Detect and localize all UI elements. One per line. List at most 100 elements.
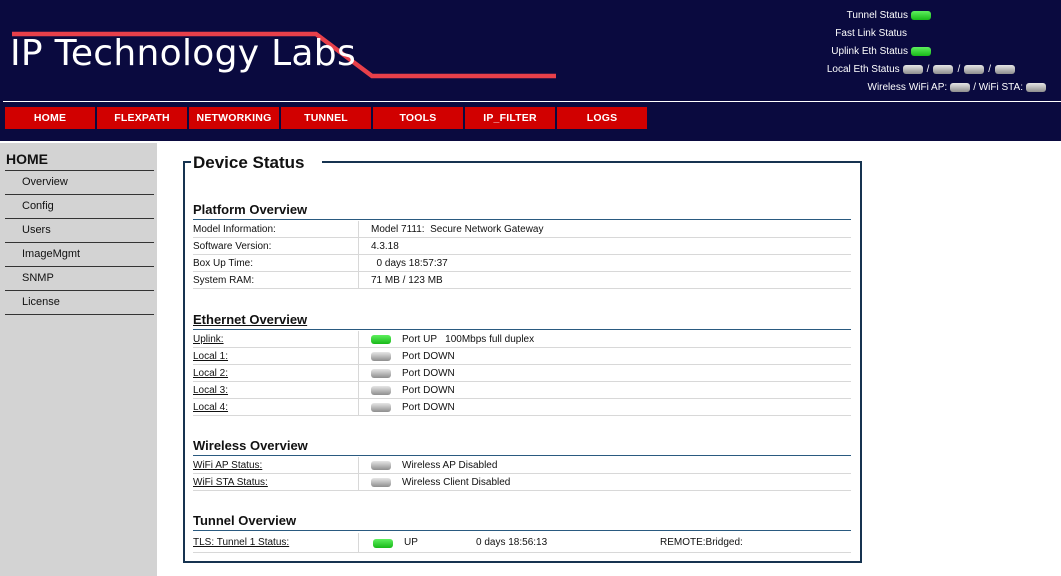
- table-row: WiFi STA Status: Wireless Client Disable…: [193, 474, 851, 491]
- nav-ip-filter[interactable]: IP_FILTER: [465, 107, 555, 129]
- tunnel-status-indicator: Tunnel Status: [847, 10, 931, 21]
- sidebar-item-label: SNMP: [22, 272, 54, 284]
- table-row: Local 4: Port DOWN: [193, 399, 851, 416]
- model-info-value: Model 7111: Secure Network Gateway: [371, 224, 544, 235]
- system-ram-label: System RAM:: [193, 275, 255, 286]
- sidebar-item-license[interactable]: License: [5, 291, 154, 315]
- local-2-port-led-icon: [371, 369, 391, 378]
- sidebar-item-label: Config: [22, 200, 54, 212]
- table-row: System RAM: 71 MB / 123 MB: [193, 272, 851, 289]
- tunnel-1-led-icon: [373, 539, 393, 548]
- table-row: Local 2: Port DOWN: [193, 365, 851, 382]
- tunnel-1-remote: REMOTE:Bridged:: [660, 537, 743, 548]
- uptime-value: 0 days 18:57:37: [371, 258, 448, 269]
- nav-networking[interactable]: NETWORKING: [189, 107, 279, 129]
- tunnel-1-status: UP: [404, 537, 418, 548]
- tunnel-1-status-link[interactable]: TLS: Tunnel 1 Status:: [193, 537, 289, 548]
- uplink-port-status: Port UP 100Mbps full duplex: [402, 334, 535, 345]
- local-2-port-status: Port DOWN: [402, 368, 455, 379]
- local-4-port-link[interactable]: Local 4:: [193, 402, 228, 413]
- section-divider: [193, 329, 851, 330]
- uplink-port-link[interactable]: Uplink:: [193, 334, 224, 345]
- section-divider: [193, 530, 851, 531]
- table-row: Software Version: 4.3.18: [193, 238, 851, 255]
- uplink-port-led-icon: [371, 335, 391, 344]
- wifi-sta-status-link[interactable]: WiFi STA Status:: [193, 477, 268, 488]
- section-divider: [193, 455, 851, 456]
- wireless-overview-heading: Wireless Overview: [193, 438, 308, 453]
- sidebar-item-users[interactable]: Users: [5, 219, 154, 243]
- local-eth-separator: /: [957, 64, 961, 75]
- nav-tunnel[interactable]: TUNNEL: [281, 107, 371, 129]
- local-2-port-link[interactable]: Local 2:: [193, 368, 228, 379]
- wifi-ap-led-icon: [950, 83, 971, 92]
- local-1-port-link[interactable]: Local 1:: [193, 351, 228, 362]
- wifi-sta-status-value: Wireless Client Disabled: [402, 477, 511, 488]
- uptime-label: Box Up Time:: [193, 258, 254, 269]
- model-info-label: Model Information:: [193, 224, 276, 235]
- system-ram-value: 71 MB / 123 MB: [371, 275, 443, 286]
- tunnel-status-led-icon: [911, 11, 931, 20]
- nav-tools[interactable]: TOOLS: [373, 107, 463, 129]
- page-title: Device Status: [193, 153, 305, 172]
- local-3-port-link[interactable]: Local 3:: [193, 385, 228, 396]
- local-eth-1-led-icon: [902, 65, 923, 74]
- tunnel-overview-heading: Tunnel Overview: [193, 513, 297, 528]
- sidebar-item-label: Users: [22, 224, 51, 236]
- local-3-port-led-icon: [371, 386, 391, 395]
- sidebar-item-imagemgmt[interactable]: ImageMgmt: [5, 243, 154, 267]
- platform-overview-heading: Platform Overview: [193, 202, 308, 217]
- local-1-port-status: Port DOWN: [402, 351, 455, 362]
- sidebar-title: HOME: [6, 151, 48, 167]
- main-nav: HOME FLEXPATH NETWORKING TUNNEL TOOLS IP…: [5, 107, 647, 129]
- wifi-ap-status-link[interactable]: WiFi AP Status:: [193, 460, 262, 471]
- local-eth-2-led-icon: [933, 65, 954, 74]
- table-row: Local 1: Port DOWN: [193, 348, 851, 365]
- sidebar-item-snmp[interactable]: SNMP: [5, 267, 154, 291]
- local-eth-status-label: Local Eth Status: [826, 64, 900, 75]
- uplink-eth-led-icon: [911, 47, 931, 56]
- wifi-ap-status-led-icon: [371, 461, 391, 470]
- nav-logs[interactable]: LOGS: [557, 107, 647, 129]
- table-row: Model Information: Model 7111: Secure Ne…: [193, 221, 851, 238]
- table-row: Uplink: Port UP 100Mbps full duplex: [193, 331, 851, 348]
- header-divider: [3, 101, 1061, 102]
- table-row: WiFi AP Status: Wireless AP Disabled: [193, 457, 851, 474]
- ethernet-overview-heading[interactable]: Ethernet Overview: [193, 312, 307, 327]
- local-eth-separator: /: [926, 64, 930, 75]
- header-banner: IP Technology Labs Tunnel Status Fast Li…: [0, 0, 1061, 141]
- wireless-status-indicator: Wireless WiFi AP: / WiFi STA:: [867, 82, 1046, 93]
- sidebar-item-label: ImageMgmt: [22, 248, 81, 260]
- table-row: TLS: Tunnel 1 Status: UP 0 days 18:56:13…: [193, 533, 851, 553]
- fast-link-status-indicator: Fast Link Status: [835, 28, 907, 39]
- uplink-eth-status-label: Uplink Eth Status: [831, 46, 908, 57]
- software-version-label: Software Version:: [193, 241, 272, 252]
- software-version-value: 4.3.18: [371, 241, 399, 252]
- wifi-sta-label: / WiFi STA:: [973, 82, 1023, 93]
- uplink-eth-status-indicator: Uplink Eth Status: [831, 46, 931, 57]
- nav-home[interactable]: HOME: [5, 107, 95, 129]
- wifi-sta-led-icon: [1026, 83, 1046, 92]
- tunnel-1-uptime: 0 days 18:56:13: [476, 537, 548, 548]
- wifi-sta-status-led-icon: [371, 478, 391, 487]
- local-eth-status-indicator: Local Eth Status / / /: [827, 64, 1015, 75]
- section-divider: [193, 219, 851, 220]
- sidebar-item-overview[interactable]: Overview: [5, 171, 154, 195]
- fast-link-status-label: Fast Link Status: [835, 28, 907, 39]
- sidebar-item-config[interactable]: Config: [5, 195, 154, 219]
- sidebar: HOME Overview Config Users ImageMgmt SNM…: [0, 143, 157, 576]
- sidebar-item-label: Overview: [22, 176, 68, 188]
- table-row: Local 3: Port DOWN: [193, 382, 851, 399]
- nav-flexpath[interactable]: FLEXPATH: [97, 107, 187, 129]
- wifi-ap-label: WiFi AP:: [908, 82, 948, 93]
- company-logo: IP Technology Labs: [10, 33, 356, 74]
- local-3-port-status: Port DOWN: [402, 385, 455, 396]
- local-4-port-status: Port DOWN: [402, 402, 455, 413]
- local-4-port-led-icon: [371, 403, 391, 412]
- panel-border-top-right: [322, 161, 860, 163]
- local-1-port-led-icon: [371, 352, 391, 361]
- wifi-ap-status-value: Wireless AP Disabled: [402, 460, 498, 471]
- wireless-status-label: Wireless: [867, 82, 906, 93]
- panel-border-top-left: [183, 161, 191, 163]
- table-row: Box Up Time: 0 days 18:57:37: [193, 255, 851, 272]
